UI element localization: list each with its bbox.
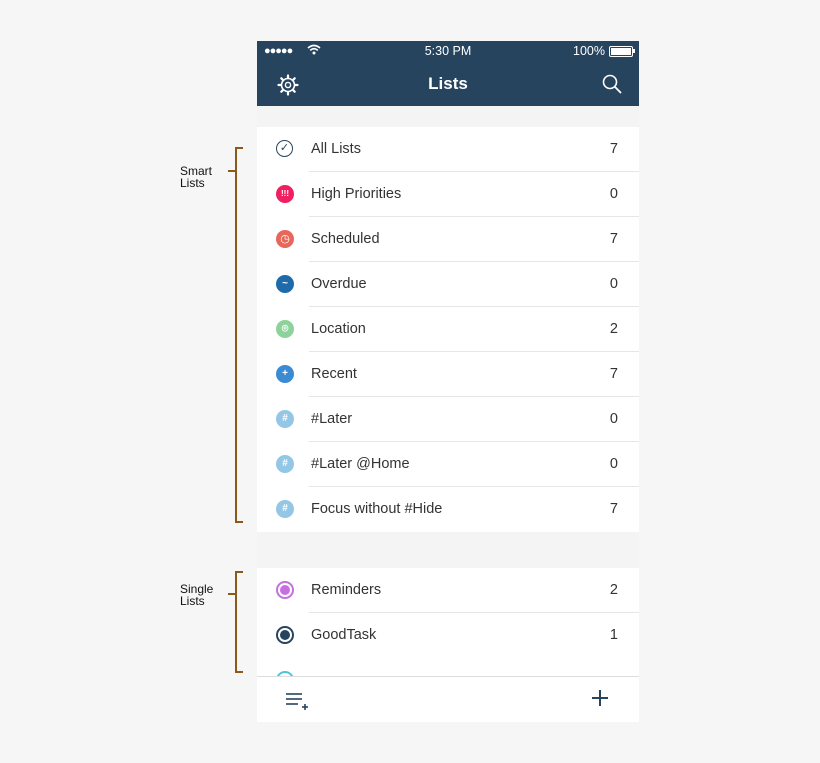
smart-lists-annotation-line2: Lists: [180, 176, 205, 190]
hashtag-icon: #: [276, 455, 294, 473]
list-item-count: 7: [609, 366, 618, 382]
priority-icon: !!!: [276, 185, 294, 203]
bottom-toolbar: [257, 676, 639, 722]
list-item-location[interactable]: ⌾ Location 2: [257, 307, 639, 352]
list-item-later[interactable]: # #Later 0: [257, 397, 639, 442]
list-item-all-lists[interactable]: ✓ All Lists 7: [257, 127, 639, 172]
list-item-focus-without-hide[interactable]: # Focus without #Hide 7: [257, 487, 639, 532]
list-item-reminders[interactable]: Reminders 2: [257, 568, 639, 613]
list-item-label: Recent: [311, 366, 357, 382]
list-item-count: 1: [609, 627, 618, 643]
recent-icon: +: [276, 365, 294, 383]
list-item-label: All Lists: [311, 141, 361, 157]
list-item-goodtask[interactable]: GoodTask 1: [257, 613, 639, 658]
phone-screen: ●●●●● 5:30 PM 100% Lists ✓ All Lists 7 !…: [257, 41, 639, 722]
smart-lists-section: ✓ All Lists 7 !!! High Priorities 0 ◷ Sc…: [257, 127, 639, 532]
list-item-label: Reminders: [311, 582, 382, 598]
list-item-label: GoodTask: [311, 627, 377, 643]
list-item-label: Overdue: [311, 276, 367, 292]
location-icon: ⌾: [276, 320, 294, 338]
list-item-count: 7: [609, 501, 618, 517]
list-item-label: Focus without #Hide: [311, 501, 443, 517]
add-icon[interactable]: [591, 689, 609, 707]
clock-icon: ◷: [276, 230, 294, 248]
reminders-dot-icon: [276, 581, 294, 599]
single-lists-annotation: Single Lists: [180, 583, 213, 607]
list-item-count: 0: [609, 411, 618, 427]
goodtask-dot-icon: [276, 626, 294, 644]
status-bar: ●●●●● 5:30 PM 100%: [257, 41, 639, 61]
search-icon[interactable]: [601, 73, 623, 95]
list-item-label: Location: [311, 321, 366, 337]
single-lists-annotation-line2: Lists: [180, 594, 205, 608]
list-item-count: 0: [609, 186, 618, 202]
list-item-label: Scheduled: [311, 231, 380, 247]
smart-lists-bracket: [235, 147, 243, 523]
smart-lists-annotation: Smart Lists: [180, 165, 212, 189]
page-title: Lists: [428, 74, 468, 93]
list-item-count: 7: [609, 141, 618, 157]
list-item-count: 2: [609, 321, 618, 337]
list-item-recent[interactable]: + Recent 7: [257, 352, 639, 397]
list-item-high-priorities[interactable]: !!! High Priorities 0: [257, 172, 639, 217]
list-item-count: 0: [609, 276, 618, 292]
list-item-label: #Later: [311, 411, 353, 427]
new-list-icon[interactable]: [285, 691, 311, 711]
single-lists-bracket: [235, 571, 243, 673]
list-item-later-home[interactable]: # #Later @Home 0: [257, 442, 639, 487]
hashtag-icon: #: [276, 410, 294, 428]
list-item-count: 2: [609, 582, 618, 598]
nav-bar: Lists: [257, 61, 639, 106]
single-lists-section: Reminders 2 GoodTask 1: [257, 568, 639, 680]
battery-icon: [609, 46, 635, 57]
checkmark-icon: ✓: [276, 140, 293, 157]
list-item-overdue[interactable]: ~ Overdue 0: [257, 262, 639, 307]
list-item-label: High Priorities: [311, 186, 402, 202]
list-item-count: 7: [609, 231, 618, 247]
list-item-count: 0: [609, 456, 618, 472]
list-item-scheduled[interactable]: ◷ Scheduled 7: [257, 217, 639, 262]
overdue-icon: ~: [276, 275, 294, 293]
list-item-label: #Later @Home: [311, 456, 410, 472]
battery-percent: 100%: [573, 44, 605, 58]
hashtag-icon: #: [276, 500, 294, 518]
